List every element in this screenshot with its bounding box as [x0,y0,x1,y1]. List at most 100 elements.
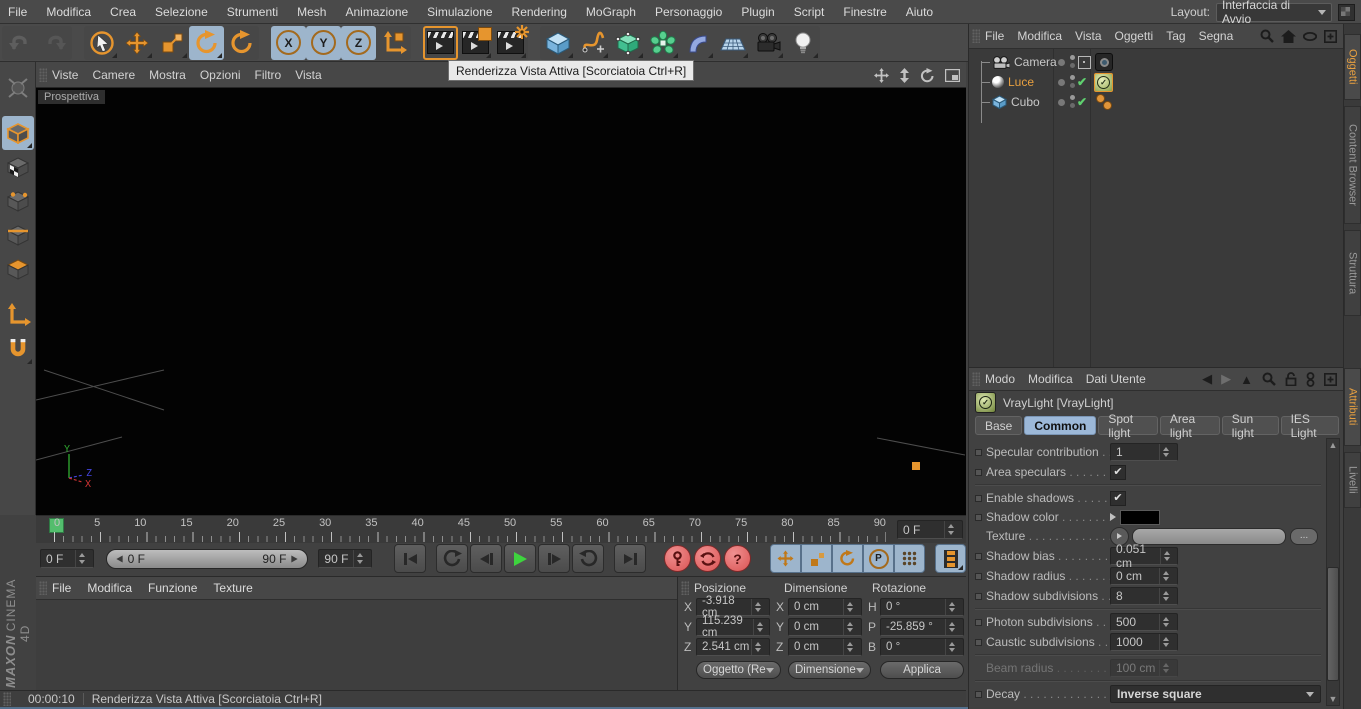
object-row-luce[interactable]: Luce ✔ ✓ [969,73,1343,92]
add-mograph-button[interactable] [645,26,680,60]
model-mode-button[interactable] [1,116,34,150]
tab-attributi[interactable]: Attributi [1344,368,1361,446]
size-x-field[interactable]: 0 cm [788,598,862,616]
add-object-icon[interactable] [1324,29,1337,43]
om-menu-segna[interactable]: Segna [1199,29,1234,43]
om-menu-vista[interactable]: Vista [1075,29,1101,43]
om-menu-tag[interactable]: Tag [1166,29,1185,43]
record-key-button[interactable] [664,545,692,572]
add-subdivision-surface-button[interactable] [610,26,645,60]
enabled-check-icon[interactable]: ✔ [1077,75,1087,89]
record-rotation-button[interactable] [832,544,864,573]
lock-x-axis-button[interactable]: X [271,25,306,60]
zoom-view-icon[interactable] [899,67,910,83]
tab-ies-light[interactable]: IES Light [1280,412,1339,440]
search-icon[interactable] [1260,29,1274,43]
menu-mesh[interactable]: Mesh [297,5,326,19]
vp-menu-opzioni[interactable]: Opzioni [200,68,241,82]
axis-mode-button[interactable] [2,298,34,332]
am-menu-modo[interactable]: Modo [985,372,1015,386]
add-light-button[interactable] [785,26,820,60]
lock-open-icon[interactable] [1285,372,1297,386]
specular-contribution-field[interactable]: 1 [1110,443,1178,461]
convert-mode-button[interactable] [2,70,34,104]
link-icon[interactable] [1306,371,1315,387]
record-pla-button[interactable] [894,544,926,573]
panel-grip[interactable] [3,692,11,706]
live-selection-button[interactable] [84,26,119,60]
area-speculars-checkbox[interactable]: ✔ [1110,464,1126,480]
goto-end-button[interactable] [614,544,647,573]
menu-aiuto[interactable]: Aiuto [906,5,933,19]
record-position-button[interactable] [770,544,802,573]
object-name[interactable]: Camera [1014,55,1057,69]
mat-menu-modifica[interactable]: Modifica [87,581,132,595]
spinner[interactable] [944,521,957,538]
search-icon[interactable] [1262,372,1276,386]
goto-prev-frame-button[interactable] [470,544,503,573]
coordinate-mode-dropdown[interactable]: Oggetto (Re [696,661,781,679]
spinner[interactable] [353,550,366,567]
camera-active-icon[interactable] [1078,56,1091,69]
editor-visibility-dot[interactable] [1070,95,1075,100]
move-tool-button[interactable] [119,26,154,60]
enabled-check-icon[interactable]: ✔ [1077,95,1087,109]
mat-menu-file[interactable]: File [52,581,71,595]
vp-menu-viste[interactable]: Viste [52,68,78,82]
menu-selezione[interactable]: Selezione [155,5,208,19]
goto-prev-key-button[interactable] [436,544,469,573]
activation-dot[interactable] [1058,78,1065,86]
photon-subdivisions-field[interactable]: 500 [1110,613,1178,631]
enable-shadows-checkbox[interactable]: ✔ [1110,490,1126,506]
spinner[interactable] [1159,444,1172,460]
menu-personaggio[interactable]: Personaggio [655,5,722,19]
tab-oggetti[interactable]: Oggetti [1344,34,1361,100]
rotation-p-field[interactable]: -25.859 ° [880,618,964,636]
om-menu-oggetti[interactable]: Oggetti [1115,29,1154,43]
menu-simulazione[interactable]: Simulazione [427,5,492,19]
size-mode-dropdown[interactable]: Dimensione [788,661,871,679]
add-spline-button[interactable] [575,26,610,60]
goto-next-key-button[interactable] [572,544,605,573]
vp-menu-mostra[interactable]: Mostra [149,68,186,82]
render-settings-button[interactable] [493,25,529,60]
render-visibility-dot[interactable] [1070,103,1075,108]
preview-range-slider[interactable]: 0 F 90 F [105,548,309,569]
editor-visibility-dot[interactable] [1070,75,1075,80]
panel-grip[interactable] [39,67,47,82]
toggle-view-icon[interactable] [945,68,960,82]
timeline-ruler[interactable]: 05 10 15 20 25 30 35 40 45 50 55 60 65 70 75 80… [36,515,966,543]
spinner[interactable] [74,550,88,567]
spinner[interactable] [1160,548,1172,564]
activation-dot[interactable] [1058,58,1065,66]
scroll-up-icon[interactable]: ▲ [1327,439,1339,451]
menu-mograph[interactable]: MoGraph [586,5,636,19]
mat-menu-funzione[interactable]: Funzione [148,581,197,595]
range-left-arrow[interactable] [115,555,123,562]
snap-button[interactable] [2,332,34,366]
menu-script[interactable]: Script [794,5,825,19]
am-menu-modifica[interactable]: Modifica [1028,372,1073,386]
panel-grip[interactable] [39,581,47,595]
render-visibility-dot[interactable] [1070,83,1075,88]
am-menu-dati-utente[interactable]: Dati Utente [1086,372,1146,386]
lock-y-axis-button[interactable]: Y [306,25,341,60]
menu-crea[interactable]: Crea [110,5,136,19]
vp-menu-camere[interactable]: Camere [92,68,135,82]
light-object-handle[interactable] [912,462,920,470]
render-visibility-dot[interactable] [1070,63,1075,68]
tab-base[interactable]: Base [975,416,1023,435]
lock-z-axis-button[interactable]: Z [341,25,376,60]
shadow-bias-field[interactable]: 0.051 cm [1110,542,1178,570]
om-menu-file[interactable]: File [985,29,1004,43]
rotation-b-field[interactable]: 0 ° [880,638,964,656]
points-mode-button[interactable] [2,184,34,218]
goto-next-frame-button[interactable] [538,544,571,573]
tab-struttura[interactable]: Struttura [1344,230,1361,316]
menu-strumenti[interactable]: Strumenti [227,5,278,19]
camera-tag-icon[interactable] [1095,53,1113,71]
menu-rendering[interactable]: Rendering [512,5,567,19]
scrollbar-thumb[interactable] [1327,567,1339,681]
last-tool-button[interactable] [224,26,259,60]
object-row-cubo[interactable]: Cubo ✔ [969,93,1343,111]
